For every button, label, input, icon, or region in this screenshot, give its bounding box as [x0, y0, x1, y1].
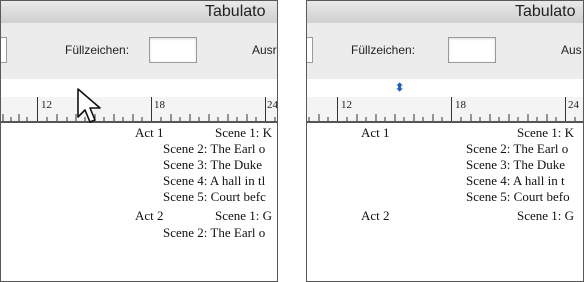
text-frame[interactable]: Act 1 Scene 1: K Scene 2: The Earl o Sce… — [307, 123, 583, 281]
act-label: Act 2 — [135, 208, 164, 223]
scene-line: Scene 1: G — [517, 208, 575, 223]
ruler-label: 18 — [154, 99, 165, 111]
scene-line: Scene 1: G — [215, 208, 273, 223]
ruler[interactable]: 12 18 24 — [1, 97, 277, 123]
leader-input[interactable] — [448, 37, 496, 63]
scene-line: Scene 4: A hall in tl — [163, 173, 266, 188]
leader-label: Füllzeichen: — [65, 43, 130, 57]
scene-line: Scene 3: The Duke — [163, 157, 263, 172]
ruler-major-tick — [565, 97, 566, 121]
scene-line: Scene 5: Court befc — [163, 189, 266, 204]
ruler-major-tick — [151, 97, 152, 121]
scene-line: Scene 5: Court befo — [466, 189, 570, 204]
tabs-panel-left: Tabulato Füllzeichen: Ausr 12 18 24 Act … — [0, 0, 278, 282]
scene-line: Scene 2: The Earl o — [163, 225, 266, 240]
leader-input[interactable] — [149, 37, 197, 63]
act-label: Act 1 — [361, 125, 390, 140]
position-field[interactable] — [307, 37, 313, 63]
ruler-major-tick — [265, 97, 266, 121]
scene-line: Scene 4: A hall in t — [466, 173, 565, 188]
tab-stop-strip[interactable] — [1, 79, 277, 98]
ruler-major-tick — [451, 97, 452, 121]
text-frame[interactable]: Act 1 Scene 1: K Scene 2: The Earl o Sce… — [1, 123, 277, 281]
tab-controls: Füllzeichen: Ausr — [1, 23, 277, 80]
act-label: Act 2 — [361, 208, 390, 223]
align-label: Ausr — [252, 43, 277, 57]
tab-stop-marker-icon[interactable]: ⬍ — [395, 81, 404, 94]
ruler-label: 12 — [41, 99, 52, 111]
align-label: Aus — [561, 43, 582, 57]
scene-line: Scene 1: K — [215, 125, 273, 140]
scene-line: Scene 3: The Duke — [466, 157, 566, 172]
position-field[interactable] — [1, 37, 7, 63]
ruler[interactable]: 12 18 24 — [307, 97, 583, 123]
tab-controls: Füllzeichen: Aus — [307, 23, 583, 80]
leader-label: Füllzeichen: — [351, 43, 416, 57]
arrow-pointer-icon — [77, 88, 101, 123]
title-bar[interactable]: Tabulato — [307, 1, 583, 24]
ruler-label: 24 — [568, 99, 579, 111]
ruler-label: 18 — [455, 99, 466, 111]
scene-line: Scene 2: The Earl o — [466, 141, 569, 156]
window-title: Tabulato — [205, 3, 266, 20]
ruler-label: 24 — [267, 99, 278, 111]
ruler-major-tick — [37, 97, 38, 121]
window-title: Tabulato — [515, 3, 576, 20]
scene-line: Scene 1: K — [517, 125, 575, 140]
scene-line: Scene 2: The Earl o — [163, 141, 266, 156]
title-bar[interactable]: Tabulato — [1, 1, 277, 24]
tabs-panel-right: Tabulato Füllzeichen: Aus ⬍ 12 18 24 Act… — [306, 0, 584, 282]
tab-stop-strip[interactable] — [307, 79, 583, 98]
act-label: Act 1 — [135, 125, 164, 140]
ruler-major-tick — [337, 97, 338, 121]
ruler-label: 12 — [341, 99, 352, 111]
